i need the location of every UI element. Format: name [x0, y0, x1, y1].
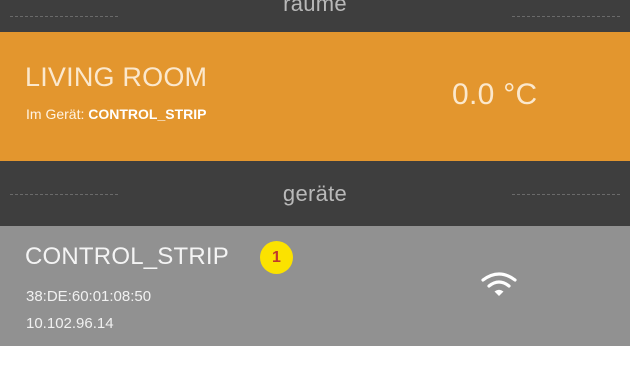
- device-card-control-strip[interactable]: CONTROL_STRIP 1 38:DE:60:01:08:50 10.102…: [0, 226, 630, 346]
- content-background: [0, 346, 630, 386]
- room-temperature: 0.0 °C: [452, 78, 538, 111]
- room-device-info: Im Gerät: CONTROL_STRIP: [26, 106, 206, 122]
- device-badge: 1: [260, 241, 293, 274]
- room-card-living-room[interactable]: LIVING ROOM Im Gerät: CONTROL_STRIP 0.0 …: [0, 32, 630, 161]
- room-device-name: CONTROL_STRIP: [88, 106, 207, 122]
- header-divider-left: [10, 16, 118, 17]
- devices-section-title: geräte: [282, 180, 348, 206]
- device-name: CONTROL_STRIP: [25, 243, 229, 270]
- rooms-section-title: räume: [283, 0, 347, 16]
- header-divider-left: [10, 193, 118, 195]
- devices-section-header: geräte: [0, 161, 630, 226]
- wifi-icon: [481, 272, 517, 296]
- app-screen: räume LIVING ROOM Im Gerät: CONTROL_STRI…: [0, 0, 630, 386]
- rooms-section-header: räume: [0, 0, 630, 32]
- room-name: LIVING ROOM: [25, 62, 208, 92]
- header-divider-right: [512, 16, 620, 17]
- device-mac-address: 38:DE:60:01:08:50: [26, 288, 152, 305]
- header-divider-right: [512, 193, 620, 195]
- device-ip-address: 10.102.96.14: [26, 315, 114, 332]
- room-device-prefix: Im Gerät:: [26, 106, 85, 122]
